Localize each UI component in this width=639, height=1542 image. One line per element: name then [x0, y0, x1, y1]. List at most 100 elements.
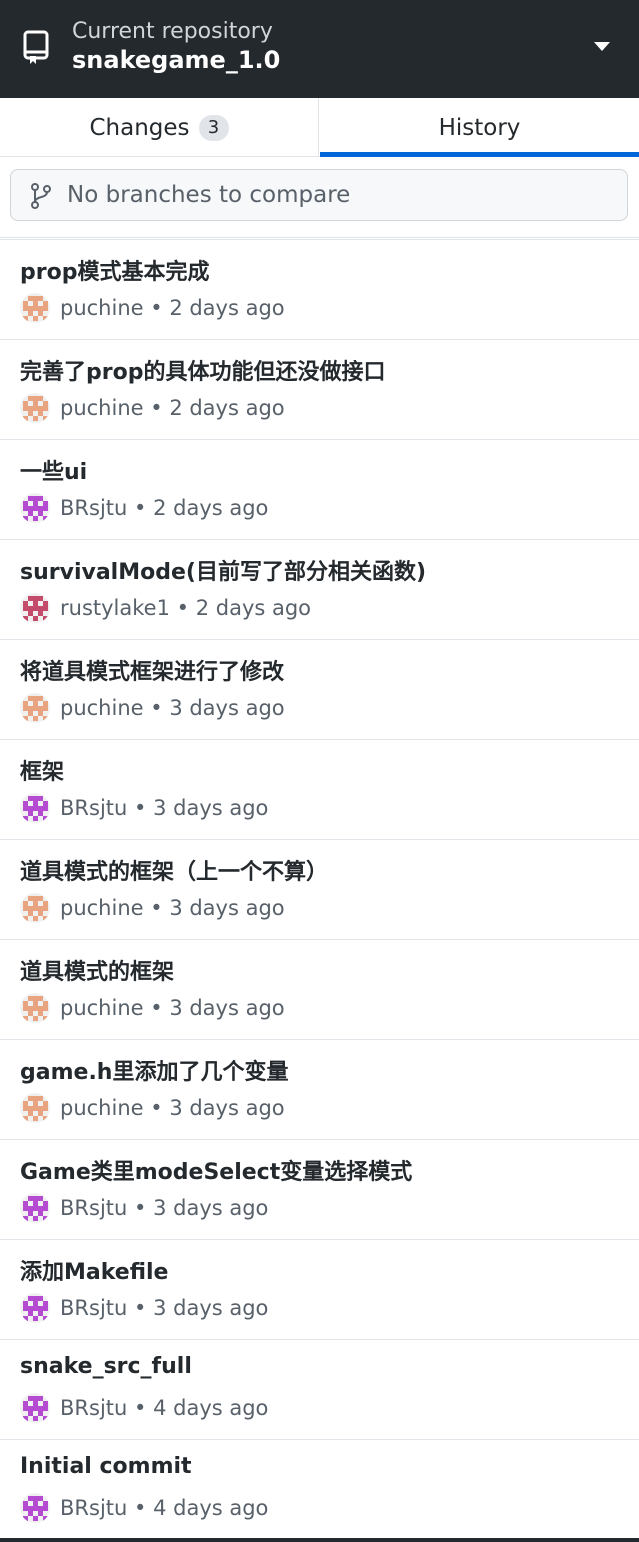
author-avatar-icon — [20, 793, 50, 823]
meta-separator: • — [143, 896, 170, 920]
commit-meta: puchine • 3 days ago — [20, 992, 285, 1024]
commit-author: puchine — [60, 696, 144, 720]
commit-time: 3 days ago — [169, 1096, 285, 1120]
commit-author: BRsjtu — [60, 796, 128, 820]
commit-author: puchine — [60, 1096, 144, 1120]
commit-meta: BRsjtu • 3 days ago — [20, 1192, 268, 1224]
commit-title: game.h里添加了几个变量 — [20, 1060, 289, 1085]
commit-author: rustylake1 — [60, 596, 170, 620]
author-avatar-icon — [20, 893, 50, 923]
commit-title: Game类里modeSelect变量选择模式 — [20, 1160, 413, 1185]
commit-list-item[interactable]: 将道具模式框架进行了修改 puchine • 3 days ago — [0, 640, 639, 740]
commit-meta: puchine • 3 days ago — [20, 1092, 285, 1124]
author-avatar-icon — [20, 393, 50, 423]
commit-time: 4 days ago — [153, 1396, 269, 1420]
commit-time: 2 days ago — [195, 596, 312, 620]
commit-meta: puchine • 3 days ago — [20, 692, 285, 724]
changes-count-badge: 3 — [198, 114, 229, 141]
commit-list-item[interactable]: 添加Makefile BRsjtu • 3 days ago — [0, 1240, 639, 1340]
author-avatar-icon — [20, 1293, 50, 1323]
tab-history-label: History — [438, 114, 521, 141]
commit-author: BRsjtu — [60, 496, 128, 520]
compare-branch-button[interactable]: No branches to compare — [10, 169, 628, 221]
author-avatar-icon — [20, 593, 50, 623]
commit-title: snake_src_full — [20, 1354, 192, 1379]
commit-list-item[interactable]: survivalMode(目前写了部分相关函数) rustylake1 • 2 d… — [0, 540, 639, 640]
commit-time: 2 days ago — [153, 496, 269, 520]
commit-title: 一些ui — [20, 460, 88, 485]
repository-selector[interactable]: Current repository snakegame_1.0 — [0, 0, 639, 98]
git-branch-icon — [31, 183, 51, 209]
commit-meta: BRsjtu • 4 days ago — [20, 1492, 268, 1524]
author-avatar-icon — [20, 1193, 50, 1223]
compare-area: No branches to compare — [0, 157, 639, 238]
commit-time: 3 days ago — [153, 796, 269, 820]
commit-meta: BRsjtu • 3 days ago — [20, 1292, 268, 1324]
commit-title: 框架 — [20, 760, 65, 785]
meta-separator: • — [127, 1396, 154, 1420]
commit-author: puchine — [60, 996, 144, 1020]
author-avatar-icon — [20, 1093, 50, 1123]
window-bottom-edge — [0, 1538, 639, 1542]
commit-time: 3 days ago — [169, 696, 285, 720]
commit-list-item[interactable]: Game类里modeSelect变量选择模式 BRsjtu • 3 days ag… — [0, 1140, 639, 1240]
commit-title: Initial commit — [20, 1454, 192, 1479]
commit-meta: rustylake1 • 2 days ago — [20, 592, 311, 624]
author-avatar-icon — [20, 1393, 50, 1423]
compare-text: No branches to compare — [67, 182, 351, 208]
commit-meta: puchine • 3 days ago — [20, 892, 285, 924]
commit-list-item[interactable]: 框架 BRsjtu • 3 days ago — [0, 740, 639, 840]
commit-list-item[interactable]: snake_src_full BRsjtu • 4 days ago — [0, 1340, 639, 1440]
commit-author: puchine — [60, 396, 144, 420]
tab-bar: Changes 3 History — [0, 98, 639, 157]
commit-list-item[interactable]: 完善了prop的具体功能但还没做接口 puchine • 2 days ago — [0, 340, 639, 440]
meta-separator: • — [127, 496, 154, 520]
commit-list: prop模式基本完成 puchine • 2 days ago 完善了prop的具体… — [0, 239, 639, 1540]
commit-time: 2 days ago — [169, 296, 285, 320]
commit-author: puchine — [60, 896, 144, 920]
commit-meta: BRsjtu • 2 days ago — [20, 492, 268, 524]
commit-author: BRsjtu — [60, 1296, 128, 1320]
commit-list-item[interactable]: 道具模式的框架 puchine • 3 days ago — [0, 940, 639, 1040]
commit-meta: puchine • 2 days ago — [20, 392, 285, 424]
meta-separator: • — [143, 996, 170, 1020]
commit-time: 2 days ago — [169, 396, 285, 420]
meta-separator: • — [143, 1096, 170, 1120]
commit-author: puchine — [60, 296, 144, 320]
tab-history[interactable]: History — [320, 98, 639, 157]
commit-time: 4 days ago — [153, 1496, 269, 1520]
meta-separator: • — [143, 396, 170, 420]
author-avatar-icon — [20, 293, 50, 323]
commit-title: 道具模式的框架 — [20, 960, 175, 985]
caret-down-icon[interactable] — [594, 42, 610, 52]
author-avatar-icon — [20, 493, 50, 523]
commit-author: BRsjtu — [60, 1196, 128, 1220]
commit-title: survivalMode(目前写了部分相关函数) — [20, 560, 427, 585]
commit-list-item[interactable]: 道具模式的框架（上一个不算） puchine • 3 days ago — [0, 840, 639, 940]
commit-author: BRsjtu — [60, 1396, 128, 1420]
meta-separator: • — [127, 796, 154, 820]
commit-list-item[interactable]: 一些ui BRsjtu • 2 days ago — [0, 440, 639, 540]
commit-list-item[interactable]: Initial commit BRsjtu • 4 days ago — [0, 1440, 639, 1540]
repo-icon — [23, 30, 49, 64]
commit-time: 3 days ago — [169, 896, 285, 920]
commit-list-item[interactable]: prop模式基本完成 puchine • 2 days ago — [0, 240, 639, 340]
meta-separator: • — [127, 1496, 154, 1520]
commit-author: BRsjtu — [60, 1496, 128, 1520]
commit-time: 3 days ago — [153, 1296, 269, 1320]
commit-meta: BRsjtu • 4 days ago — [20, 1392, 268, 1424]
author-avatar-icon — [20, 1493, 50, 1523]
commit-title: 添加Makefile — [20, 1260, 169, 1285]
tab-changes-label: Changes — [89, 114, 190, 141]
author-avatar-icon — [20, 993, 50, 1023]
commit-meta: puchine • 2 days ago — [20, 292, 285, 324]
commit-list-item[interactable]: game.h里添加了几个变量 puchine • 3 days ago — [0, 1040, 639, 1140]
tab-changes[interactable]: Changes 3 — [0, 98, 319, 157]
commit-title: 道具模式的框架（上一个不算） — [20, 860, 329, 885]
commit-title: prop模式基本完成 — [20, 260, 210, 285]
current-repository-label: Current repository — [72, 19, 273, 44]
commit-title: 完善了prop的具体功能但还没做接口 — [20, 360, 386, 385]
meta-separator: • — [169, 596, 196, 620]
commit-meta: BRsjtu • 3 days ago — [20, 792, 268, 824]
meta-separator: • — [127, 1296, 154, 1320]
